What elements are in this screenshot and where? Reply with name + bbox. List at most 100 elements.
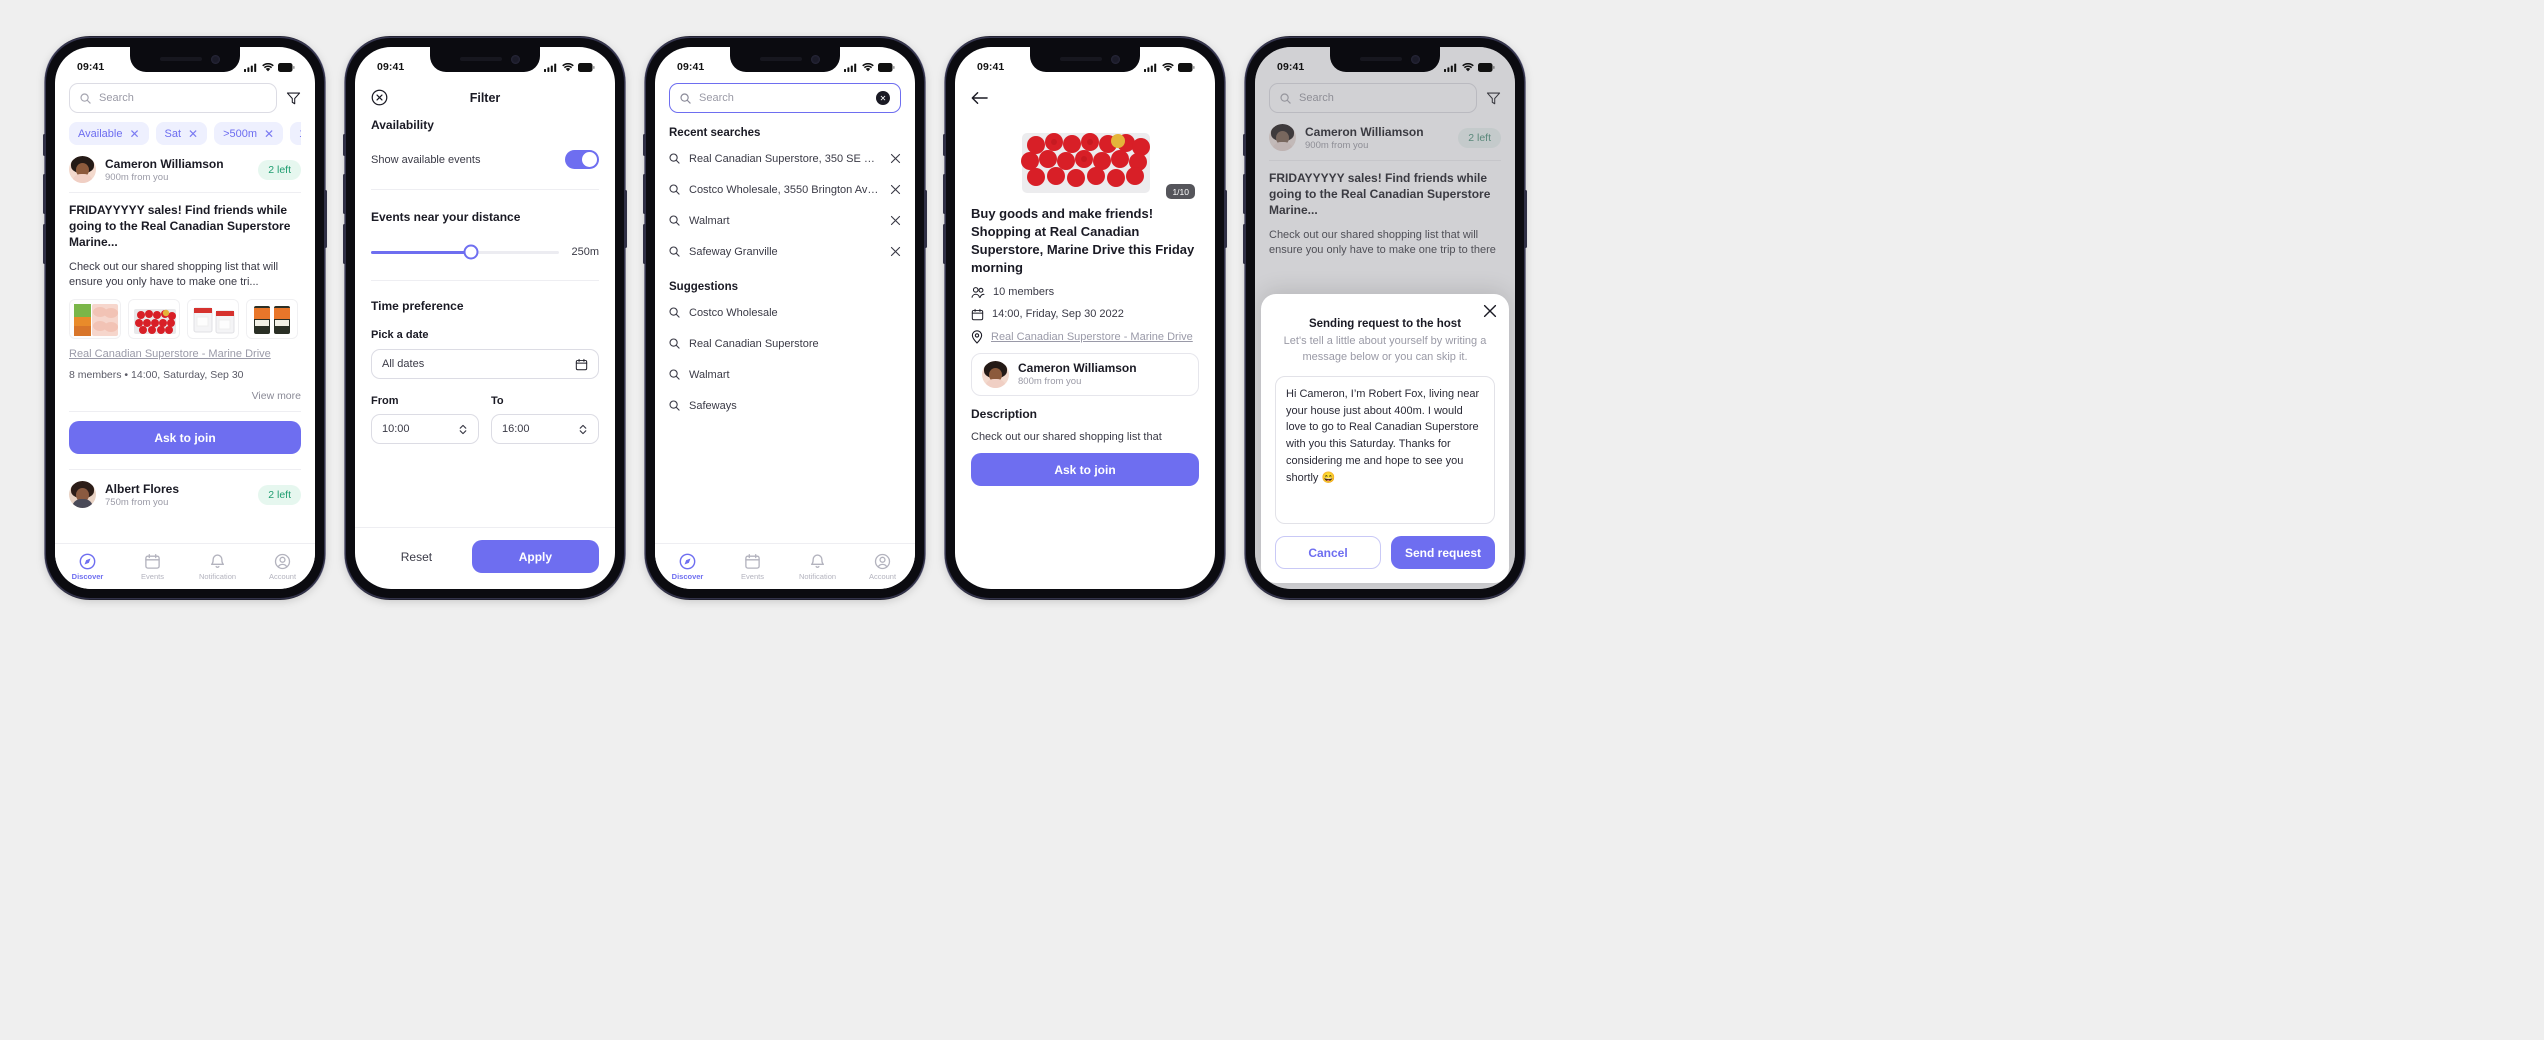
volume-down-button[interactable] — [943, 224, 946, 264]
message-textarea[interactable]: Hi Cameron, I’m Robert Fox, living near … — [1275, 376, 1495, 524]
tab-label: Discover — [671, 571, 704, 581]
signal-icon — [1444, 63, 1457, 72]
recent-search-item[interactable]: Safeway Granville — [669, 236, 901, 267]
status-badge: 2 left — [258, 159, 301, 180]
tab-discover[interactable]: Discover — [655, 544, 720, 589]
volume-down-button[interactable] — [43, 224, 46, 264]
post-author-row[interactable]: Cameron Williamson 900m from you 2 left — [69, 154, 301, 183]
close-icon[interactable]: ✕ — [129, 128, 139, 140]
ask-to-join-button[interactable]: Ask to join — [69, 421, 301, 455]
ask-to-join-button[interactable]: Ask to join — [971, 453, 1199, 487]
notch — [730, 47, 840, 72]
close-icon[interactable] — [890, 215, 901, 226]
from-group: From 10:00 — [371, 395, 479, 444]
post-title: FRIDAYYYYY sales! Find friends while goi… — [69, 203, 291, 250]
to-field[interactable]: 16:00 — [491, 414, 599, 444]
stepper-icon[interactable] — [458, 423, 468, 436]
search-input[interactable]: Search — [69, 83, 277, 113]
date-field[interactable]: All dates — [371, 349, 599, 379]
show-available-row[interactable]: Show available events — [371, 150, 599, 169]
cancel-button[interactable]: Cancel — [1275, 536, 1381, 569]
cherry-tomatoes-thumb[interactable] — [128, 299, 180, 340]
status-time: 09:41 — [77, 61, 105, 73]
signal-icon — [544, 63, 557, 72]
tab-account[interactable]: Account — [250, 544, 315, 589]
power-button[interactable] — [1524, 190, 1527, 248]
power-button[interactable] — [324, 190, 327, 248]
tab-label: Discover — [71, 571, 104, 581]
volume-up-button[interactable] — [43, 174, 46, 214]
recent-search-item[interactable]: Real Canadian Superstore, 350 SE M... — [669, 143, 901, 174]
volume-down-button[interactable] — [643, 224, 646, 264]
from-field[interactable]: 10:00 — [371, 414, 479, 444]
chip-distance[interactable]: >500m ✕ — [214, 122, 284, 145]
mute-switch[interactable] — [343, 134, 346, 156]
tab-events[interactable]: Events — [120, 544, 185, 589]
chicken-breast-thumb[interactable] — [69, 299, 121, 340]
power-button[interactable] — [624, 190, 627, 248]
view-more-link[interactable]: View more — [69, 390, 301, 402]
distance-slider-row[interactable]: 250m — [371, 244, 599, 260]
divider — [69, 411, 301, 413]
power-button[interactable] — [1224, 190, 1227, 248]
power-button[interactable] — [924, 190, 927, 248]
chip-available[interactable]: Available ✕ — [69, 122, 149, 145]
chip-sat[interactable]: Sat ✕ — [155, 122, 208, 145]
mute-switch[interactable] — [43, 134, 46, 156]
volume-down-button[interactable] — [343, 224, 346, 264]
close-icon[interactable]: ✕ — [188, 128, 198, 140]
close-icon[interactable] — [1483, 304, 1497, 318]
volume-up-button[interactable] — [643, 174, 646, 214]
notch — [1030, 47, 1140, 72]
chip-time[interactable]: 10:00 — [290, 122, 301, 145]
distance-slider[interactable] — [371, 244, 560, 260]
close-icon[interactable] — [890, 153, 901, 164]
host-card[interactable]: Cameron Williamson 800m from you — [971, 352, 1199, 396]
tab-discover[interactable]: Discover — [55, 544, 120, 589]
recent-search-item[interactable]: Costco Wholesale, 3550 Brington Ave... — [669, 174, 901, 205]
suggestion-item[interactable]: Safeways — [669, 390, 901, 421]
drinks-thumb[interactable] — [246, 299, 298, 340]
back-row[interactable] — [955, 83, 1215, 109]
apply-button[interactable]: Apply — [471, 540, 599, 573]
suggestion-label: Costco Wholesale — [689, 306, 778, 319]
tab-notification[interactable]: Notification — [185, 544, 250, 589]
slider-handle[interactable] — [463, 244, 479, 260]
close-icon[interactable]: ✕ — [264, 128, 274, 140]
close-circle-icon[interactable] — [371, 89, 388, 106]
close-icon[interactable] — [890, 246, 901, 257]
tab-notification[interactable]: Notification — [785, 544, 850, 589]
stepper-icon[interactable] — [578, 423, 588, 436]
location-link[interactable]: Real Canadian Superstore - Marine Drive — [991, 331, 1193, 343]
tab-events[interactable]: Events — [720, 544, 785, 589]
arrow-left-icon[interactable] — [971, 91, 988, 105]
phone-5-screen: 09:41 Search Cameron Williamson 900m fro… — [1255, 47, 1515, 589]
post-2-author-row[interactable]: Albert Flores 750m from you 2 left — [69, 479, 301, 509]
recent-search-item[interactable]: Walmart — [669, 205, 901, 236]
location-row[interactable]: Real Canadian Superstore - Marine Drive — [971, 330, 1199, 344]
mute-switch[interactable] — [1243, 134, 1246, 156]
suggestion-item[interactable]: Costco Wholesale — [669, 297, 901, 328]
suggestion-item[interactable]: Real Canadian Superstore — [669, 328, 901, 359]
close-icon[interactable] — [890, 184, 901, 195]
show-available-toggle[interactable] — [565, 150, 599, 169]
search-input[interactable]: Search ✕ — [669, 83, 901, 113]
clear-circle-icon[interactable]: ✕ — [876, 91, 890, 105]
volume-up-button[interactable] — [1243, 174, 1246, 214]
mute-switch[interactable] — [943, 134, 946, 156]
hero-image[interactable]: 1/10 — [971, 109, 1199, 201]
volume-down-button[interactable] — [1243, 224, 1246, 264]
author-name: Cameron Williamson — [105, 156, 224, 171]
filter-funnel-icon[interactable] — [286, 91, 301, 106]
reset-button[interactable]: Reset — [371, 550, 462, 564]
volume-up-button[interactable] — [343, 174, 346, 214]
store-link[interactable]: Real Canadian Superstore - Marine Drive — [69, 348, 301, 360]
send-request-button[interactable]: Send request — [1391, 536, 1495, 569]
mute-switch[interactable] — [643, 134, 646, 156]
compass-icon — [79, 553, 96, 569]
suggestion-item[interactable]: Walmart — [669, 359, 901, 390]
volume-up-button[interactable] — [943, 174, 946, 214]
tab-account[interactable]: Account — [850, 544, 915, 589]
calendar-icon[interactable] — [575, 358, 588, 371]
yogurt-pack-thumb[interactable] — [187, 299, 239, 340]
